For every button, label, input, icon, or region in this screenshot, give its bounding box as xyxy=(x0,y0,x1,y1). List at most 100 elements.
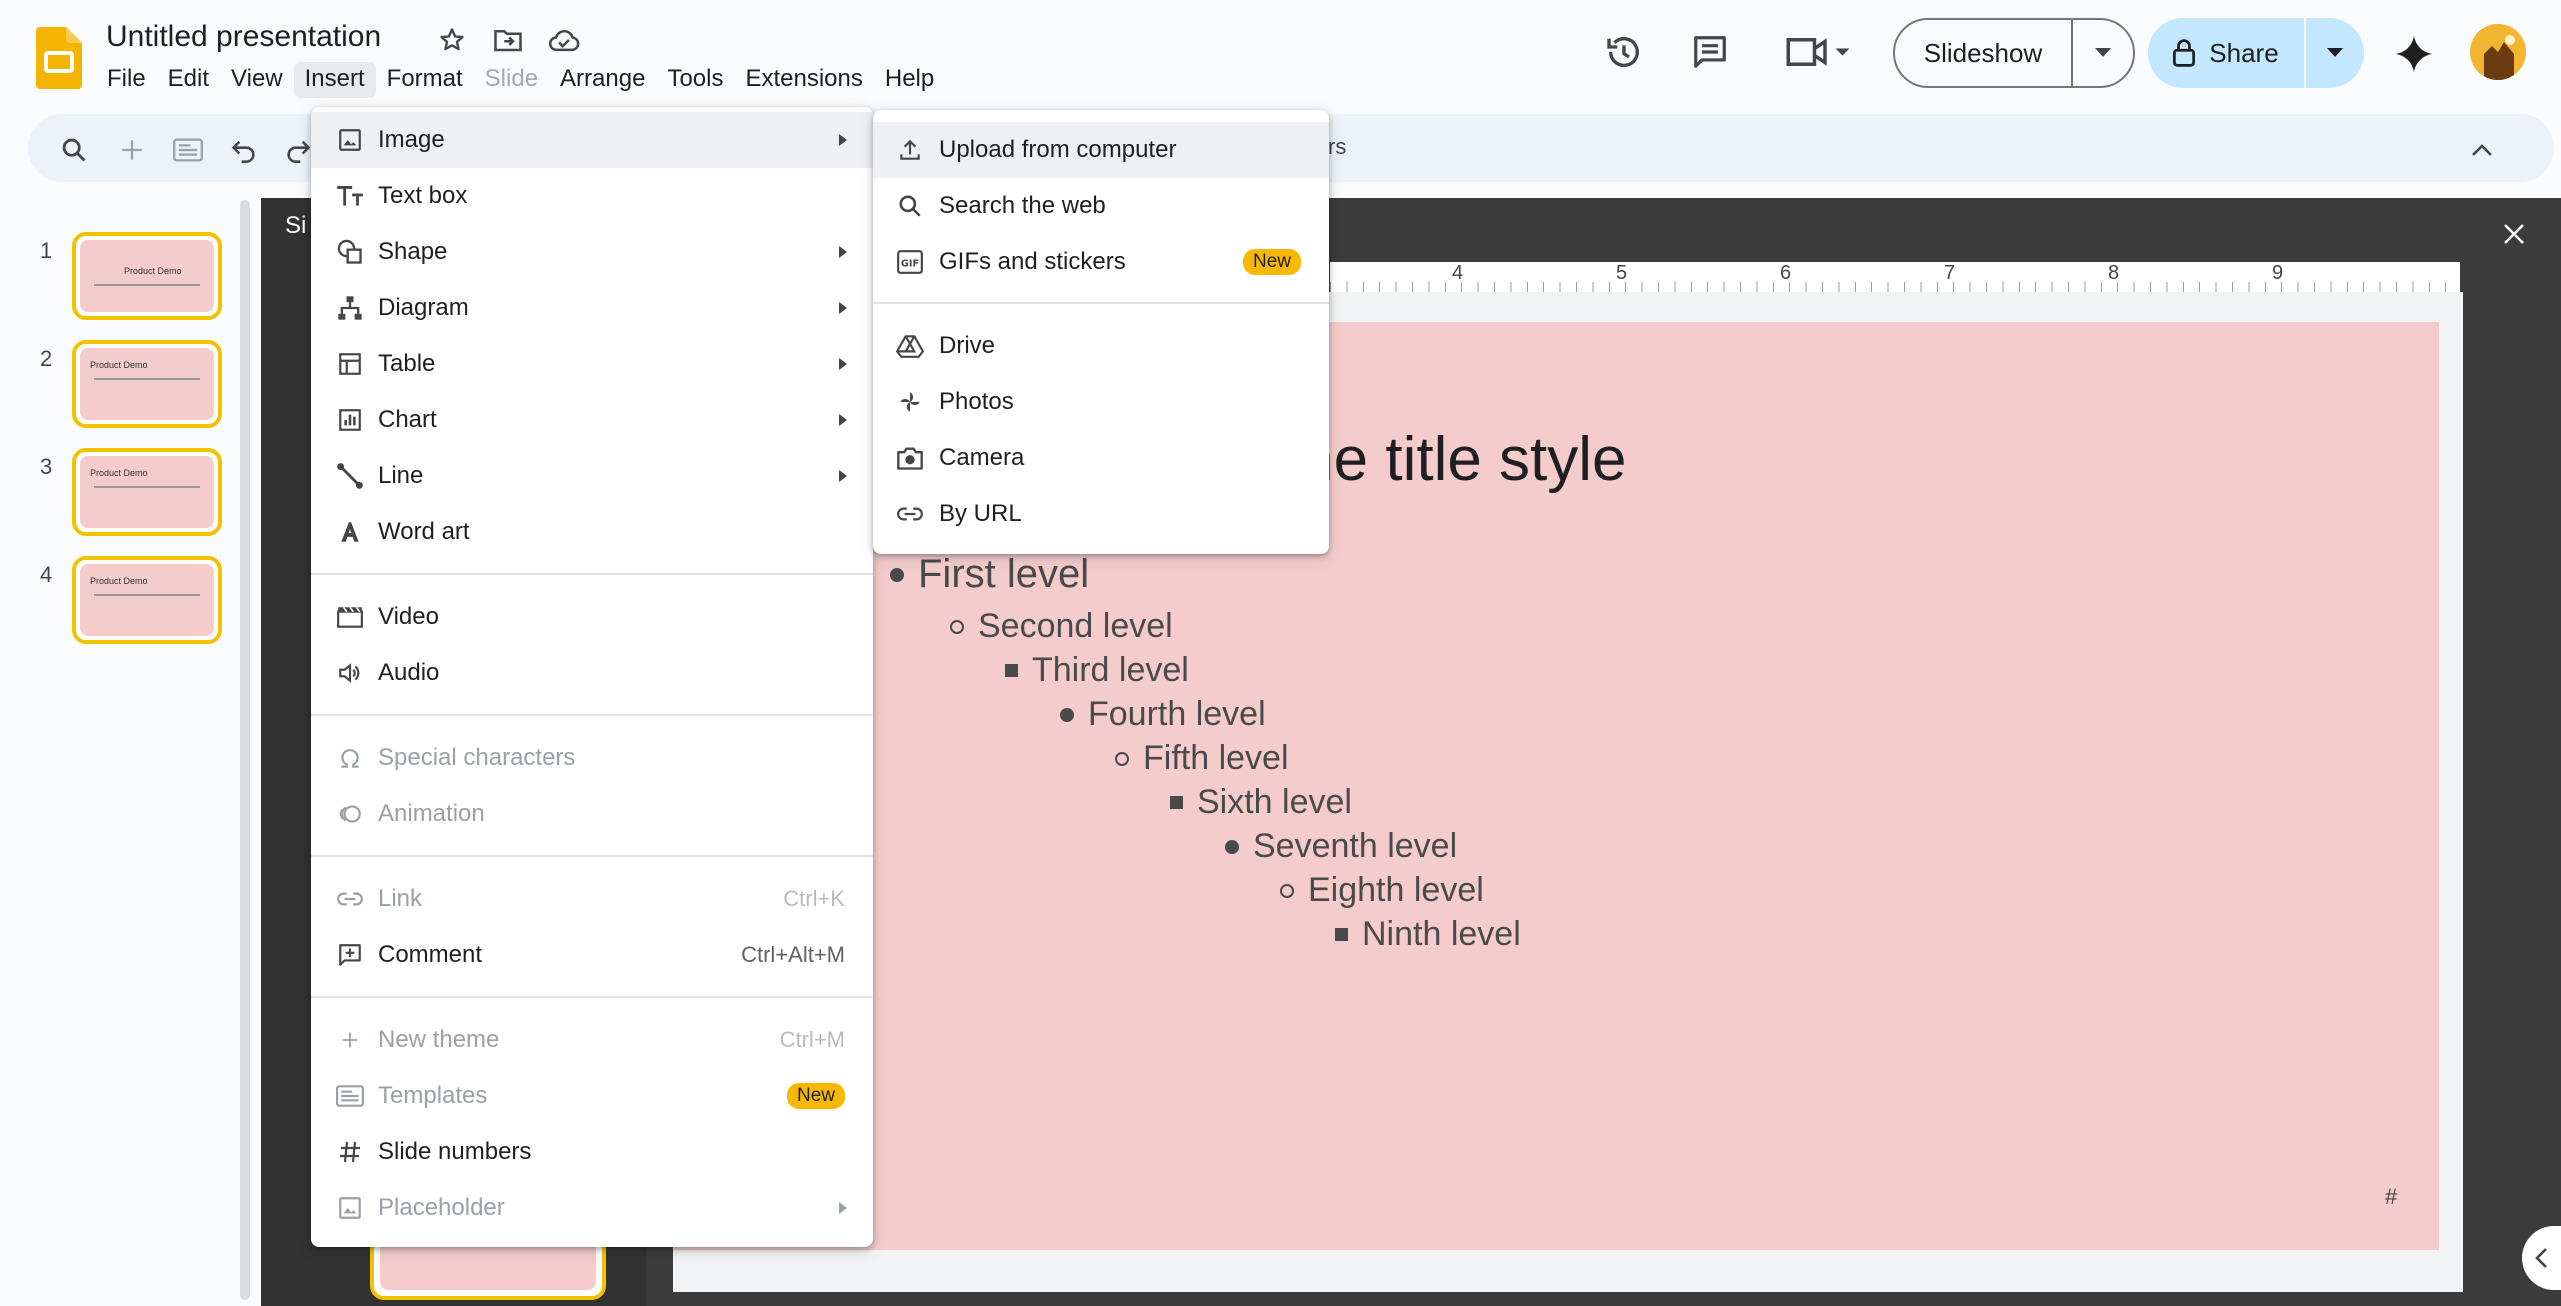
link-icon xyxy=(895,499,925,529)
insert-comment-item[interactable]: Comment Ctrl+Alt+M xyxy=(311,927,873,983)
drive-icon xyxy=(895,331,925,361)
insert-chart-item[interactable]: Chart xyxy=(311,392,873,448)
animation-icon xyxy=(335,799,365,829)
insert-word-art-item[interactable]: Word art xyxy=(311,504,873,560)
bullet-level-8[interactable]: Eighth level xyxy=(1280,871,1484,910)
audio-icon xyxy=(335,658,365,688)
insert-special-characters-item[interactable]: Special characters xyxy=(311,730,873,786)
slideshow-button[interactable]: Slideshow xyxy=(1893,18,2135,88)
insert-image-item[interactable]: Image xyxy=(311,112,873,168)
search-the-web-item[interactable]: Search the web xyxy=(873,178,1329,234)
bullet-level-5[interactable]: Fifth level xyxy=(1115,739,1289,778)
editor-panel-title: Si xyxy=(285,212,307,239)
menu-bar: File Edit View Insert Format Slide Arran… xyxy=(96,62,945,98)
insert-video-item[interactable]: Video xyxy=(311,589,873,645)
camera-item[interactable]: Camera xyxy=(873,430,1329,486)
by-url-item[interactable]: By URL xyxy=(873,486,1329,542)
slide-number-1: 1 xyxy=(40,238,53,263)
insert-animation-item[interactable]: Animation xyxy=(311,786,873,842)
photos-pinwheel-icon xyxy=(895,387,925,417)
layout-thumbnail[interactable] xyxy=(370,1244,606,1300)
hash-icon xyxy=(335,1137,365,1167)
layout-icon[interactable] xyxy=(168,130,208,170)
drive-item[interactable]: Drive xyxy=(873,318,1329,374)
insert-diagram-item[interactable]: Diagram xyxy=(311,280,873,336)
menu-edit[interactable]: Edit xyxy=(157,62,220,98)
bullet-level-6[interactable]: Sixth level xyxy=(1170,783,1352,822)
photos-item[interactable]: Photos xyxy=(873,374,1329,430)
share-button[interactable]: Share xyxy=(2148,18,2364,88)
menu-insert[interactable]: Insert xyxy=(293,62,376,98)
account-avatar[interactable] xyxy=(2470,24,2526,80)
undo-icon[interactable] xyxy=(224,130,264,170)
slide-thumbnail[interactable]: Product Demo xyxy=(72,556,222,644)
star-icon[interactable] xyxy=(434,22,470,58)
link-icon xyxy=(335,884,365,914)
word-art-icon xyxy=(335,517,365,547)
share-dropdown-icon[interactable] xyxy=(2306,18,2364,88)
line-icon xyxy=(335,461,365,491)
upload-from-computer-item[interactable]: Upload from computer xyxy=(873,122,1329,178)
gif-icon: GIF xyxy=(895,247,925,277)
thumbnail-title: Product Demo xyxy=(124,266,182,276)
insert-new-theme-item[interactable]: New theme Ctrl+M xyxy=(311,1012,873,1068)
search-menus-icon[interactable] xyxy=(54,130,94,170)
insert-link-item[interactable]: Link Ctrl+K xyxy=(311,871,873,927)
bullet-level-9[interactable]: Ninth level xyxy=(1335,915,1521,954)
thumbnail-title: Product Demo xyxy=(90,468,148,478)
menu-help[interactable]: Help xyxy=(874,62,945,98)
insert-templates-item[interactable]: Templates New xyxy=(311,1068,873,1124)
collapse-toolbar-icon[interactable] xyxy=(2462,130,2502,170)
insert-line-item[interactable]: Line xyxy=(311,448,873,504)
camera-icon xyxy=(895,443,925,473)
insert-table-item[interactable]: Table xyxy=(311,336,873,392)
chevron-left-icon xyxy=(2535,1248,2547,1268)
slide-thumbnail[interactable]: Product Demo xyxy=(72,448,222,536)
comments-icon[interactable] xyxy=(1686,28,1734,76)
toolbar-hint-fragment: rs xyxy=(1328,134,1347,159)
filmstrip-scrollbar[interactable] xyxy=(240,200,250,1300)
slide-number-placeholder[interactable]: # xyxy=(2385,1184,2397,1210)
menu-tools[interactable]: Tools xyxy=(656,62,734,98)
gifs-and-stickers-item[interactable]: GIF GIFs and stickers New xyxy=(873,234,1329,290)
slideshow-dropdown-icon[interactable] xyxy=(2073,20,2133,86)
insert-shape-item[interactable]: Shape xyxy=(311,224,873,280)
slide-thumbnail[interactable]: Product Demo xyxy=(72,340,222,428)
slides-logo-icon[interactable] xyxy=(36,27,82,89)
new-badge: New xyxy=(1242,249,1301,275)
menu-format[interactable]: Format xyxy=(376,62,474,98)
meet-icon[interactable] xyxy=(1778,28,1858,76)
slide-title-placeholder[interactable]: me title style xyxy=(1282,424,1627,495)
slideshow-label[interactable]: Slideshow xyxy=(1895,20,2073,86)
version-history-icon[interactable] xyxy=(1600,28,1648,76)
menu-arrange[interactable]: Arrange xyxy=(549,62,656,98)
gemini-sparkle-icon[interactable] xyxy=(2390,30,2438,78)
search-icon xyxy=(895,191,925,221)
menu-file[interactable]: File xyxy=(96,62,157,98)
lock-icon xyxy=(2173,39,2196,67)
insert-audio-item[interactable]: Audio xyxy=(311,645,873,701)
insert-slide-numbers-item[interactable]: Slide numbers xyxy=(311,1124,873,1180)
add-comment-icon xyxy=(335,940,365,970)
menu-slide[interactable]: Slide xyxy=(474,62,549,98)
new-slide-icon[interactable] xyxy=(112,130,152,170)
close-icon[interactable] xyxy=(2490,210,2538,258)
slide-number-2: 2 xyxy=(40,346,53,371)
omega-icon xyxy=(335,743,365,773)
bullet-level-2[interactable]: Second level xyxy=(950,607,1173,646)
slide-thumbnail[interactable]: Product Demo xyxy=(72,232,222,320)
menu-view[interactable]: View xyxy=(220,62,294,98)
menu-extensions[interactable]: Extensions xyxy=(734,62,873,98)
move-folder-icon[interactable] xyxy=(490,22,526,58)
bullet-level-7[interactable]: Seventh level xyxy=(1225,827,1457,866)
thumbnail-title: Product Demo xyxy=(90,576,148,586)
placeholder-icon xyxy=(335,1193,365,1223)
bullet-level-4[interactable]: Fourth level xyxy=(1060,695,1266,734)
insert-placeholder-item[interactable]: Placeholder xyxy=(311,1180,873,1236)
share-label: Share xyxy=(2209,37,2279,68)
insert-text-box-item[interactable]: Text box xyxy=(311,168,873,224)
share-main[interactable]: Share xyxy=(2148,18,2306,88)
bullet-level-3[interactable]: Third level xyxy=(1005,651,1189,690)
document-title[interactable]: Untitled presentation xyxy=(106,20,381,54)
bullet-level-1[interactable]: First level xyxy=(890,552,1089,597)
